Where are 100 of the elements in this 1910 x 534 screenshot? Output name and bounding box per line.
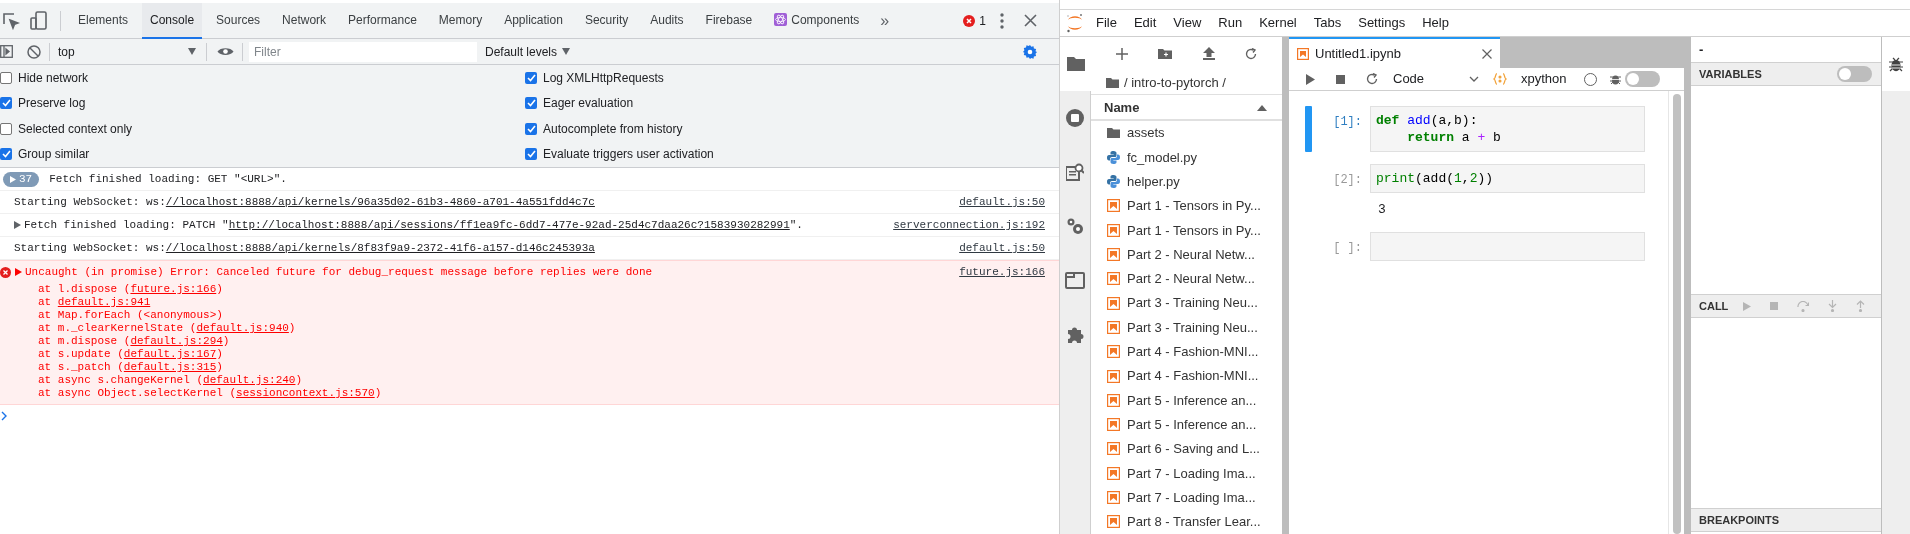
stop-circle-icon[interactable] (1066, 109, 1084, 127)
panel-tab[interactable]: Firebase (697, 2, 761, 39)
settings-icon[interactable] (1023, 44, 1037, 59)
browser-entry[interactable]: Part 2 - Neural Netw... (1091, 266, 1282, 292)
browser-entry[interactable]: Part 7 - Loading Ima... (1091, 485, 1282, 510)
panel-tab[interactable]: Memory (430, 2, 491, 39)
browser-entry[interactable]: Part 8 - Transfer Lear... (1091, 509, 1282, 534)
checkbox[interactable] (0, 122, 12, 135)
gears-icon[interactable] (1066, 217, 1084, 235)
browser-entry[interactable]: assets (1091, 120, 1282, 146)
restart-icon[interactable] (1366, 73, 1378, 85)
browser-entry[interactable]: Part 4 - Fashion-MNI... (1091, 339, 1282, 364)
checkbox[interactable] (525, 97, 537, 110)
browser-entry[interactable]: helper.py (1091, 169, 1282, 194)
browser-entry[interactable]: Part 5 - Inference an... (1091, 388, 1282, 413)
checkbox[interactable] (0, 148, 12, 161)
url-link[interactable]: future.js:166 (130, 283, 217, 295)
scrollbar[interactable] (1672, 94, 1681, 534)
url-link[interactable]: default.js:315 (123, 361, 217, 373)
error-count-badge[interactable]: 1 (963, 11, 986, 30)
clear-console-icon[interactable] (27, 44, 41, 59)
name-column-header[interactable]: Name (1091, 96, 1282, 121)
menu-item[interactable]: Settings (1358, 13, 1406, 33)
browser-entry[interactable]: Part 2 - Neural Netw... (1091, 242, 1282, 267)
browser-entry[interactable]: Part 7 - Loading Ima... (1091, 461, 1282, 486)
palette-search-icon[interactable] (1066, 163, 1084, 181)
source-link[interactable]: serverconnection.js:192 (893, 216, 1045, 234)
url-link[interactable]: http://localhost:8888/api/sessions/ff1ea9fc-6dd7-477e-92ad-25d4c7daa26c?1583930282991 (228, 218, 790, 231)
menu-item[interactable]: Run (1218, 13, 1243, 33)
url-link[interactable]: default.js:294 (130, 335, 223, 347)
source-link[interactable]: default.js:50 (959, 239, 1045, 257)
expand-triangle-icon[interactable] (15, 268, 22, 276)
notebook-tab[interactable]: Untitled1.ipynb (1289, 37, 1500, 68)
more-tabs-button[interactable]: » (880, 8, 890, 33)
device-icon[interactable] (30, 10, 48, 31)
url-link[interactable]: default.js:941 (57, 296, 151, 308)
code-cell[interactable] (1370, 231, 1645, 261)
url-link[interactable]: default.js:167 (123, 348, 217, 360)
sidebar-toggle-icon[interactable] (0, 45, 13, 58)
menu-item[interactable]: Tabs (1313, 13, 1342, 33)
source-link[interactable]: default.js:50 (959, 193, 1045, 211)
browser-entry[interactable]: Part 3 - Training Neu... (1091, 315, 1282, 340)
url-link[interactable]: //localhost:8888/api/kernels/8f83f9a9-2372-41f6-a157-d146c245393a (165, 241, 595, 254)
new-folder-icon[interactable] (1158, 48, 1173, 60)
source-link[interactable]: future.js:166 (959, 263, 1045, 281)
prompt-chevron-icon[interactable] (1, 411, 7, 421)
url-link[interactable]: //localhost:8888/api/kernels/96a35d02-61b3-4860-a701-4a551fdd4c7c (165, 195, 595, 208)
panel-tab[interactable]: Components (766, 2, 868, 39)
window-icon[interactable] (1065, 271, 1085, 289)
cell-type-dropdown[interactable]: Code (1393, 69, 1479, 89)
checkbox[interactable] (0, 97, 12, 110)
browser-entry[interactable]: Part 3 - Training Neu... (1091, 291, 1282, 316)
checkbox[interactable] (525, 71, 537, 84)
section-header[interactable]: CALL (1699, 297, 1729, 315)
more-options-icon[interactable] (1000, 12, 1004, 29)
close-icon[interactable] (1024, 14, 1037, 27)
log-levels-dropdown[interactable]: Default levels (485, 42, 571, 61)
breadcrumb-path[interactable]: / intro-to-pytorch / (1124, 72, 1226, 93)
expand-triangle-icon[interactable] (14, 221, 21, 229)
upload-icon[interactable] (1202, 47, 1215, 61)
context-selector[interactable]: top (58, 42, 200, 61)
url-link[interactable]: default.js:940 (196, 322, 289, 334)
refresh-icon[interactable] (1244, 47, 1257, 60)
code-cell[interactable]: print(add(1,2)) (1370, 164, 1645, 193)
checkbox[interactable] (0, 71, 12, 84)
browser-entry[interactable]: fc_model.py (1091, 145, 1282, 170)
menu-item[interactable]: Kernel (1259, 13, 1297, 33)
panel-tab[interactable]: Performance (340, 2, 425, 39)
close-icon[interactable] (1482, 48, 1492, 59)
code-cell[interactable]: def add(a,b): return a + b (1370, 106, 1645, 152)
browser-entry[interactable]: Part 6 - Saving and L... (1091, 436, 1282, 462)
browser-entry[interactable]: Part 4 - Fashion-MNI... (1091, 363, 1282, 389)
panel-tab[interactable]: Elements (70, 2, 137, 39)
checkbox[interactable] (525, 148, 537, 161)
kernel-name[interactable]: xpython (1521, 69, 1567, 89)
menu-item[interactable]: File (1096, 13, 1117, 33)
bug-icon[interactable] (1889, 56, 1903, 72)
filter-field[interactable]: Filter (249, 41, 477, 62)
panel-tab[interactable]: Network (274, 2, 335, 39)
url-link[interactable]: sessioncontext.js:570 (236, 387, 375, 399)
browser-entry[interactable]: Part 1 - Tensors in Py... (1091, 193, 1282, 219)
menu-item[interactable]: View (1173, 13, 1202, 33)
panel-tab[interactable]: Console (142, 2, 203, 39)
panel-tab[interactable]: Application (496, 2, 571, 39)
url-link[interactable]: default.js:240 (203, 374, 296, 386)
debugger-toggle[interactable] (1624, 71, 1660, 87)
menu-item[interactable]: Edit (1133, 13, 1157, 33)
variables-toggle[interactable] (1837, 66, 1872, 82)
inspect-icon[interactable] (2, 11, 20, 30)
eye-icon[interactable] (217, 46, 234, 57)
menu-item[interactable]: Help (1422, 13, 1449, 33)
new-launcher-icon[interactable] (1116, 47, 1129, 60)
folder-icon[interactable] (1066, 57, 1085, 71)
stop-icon[interactable] (1336, 74, 1345, 84)
panel-tab[interactable]: Sources (208, 2, 269, 39)
panel-tab[interactable]: Security (576, 2, 637, 39)
browser-entry[interactable]: Part 5 - Inference an... (1091, 412, 1282, 437)
browser-entry[interactable]: Part 1 - Tensors in Py... (1091, 218, 1282, 243)
panel-tab[interactable]: Audits (642, 2, 692, 39)
puzzle-icon[interactable] (1066, 325, 1084, 343)
